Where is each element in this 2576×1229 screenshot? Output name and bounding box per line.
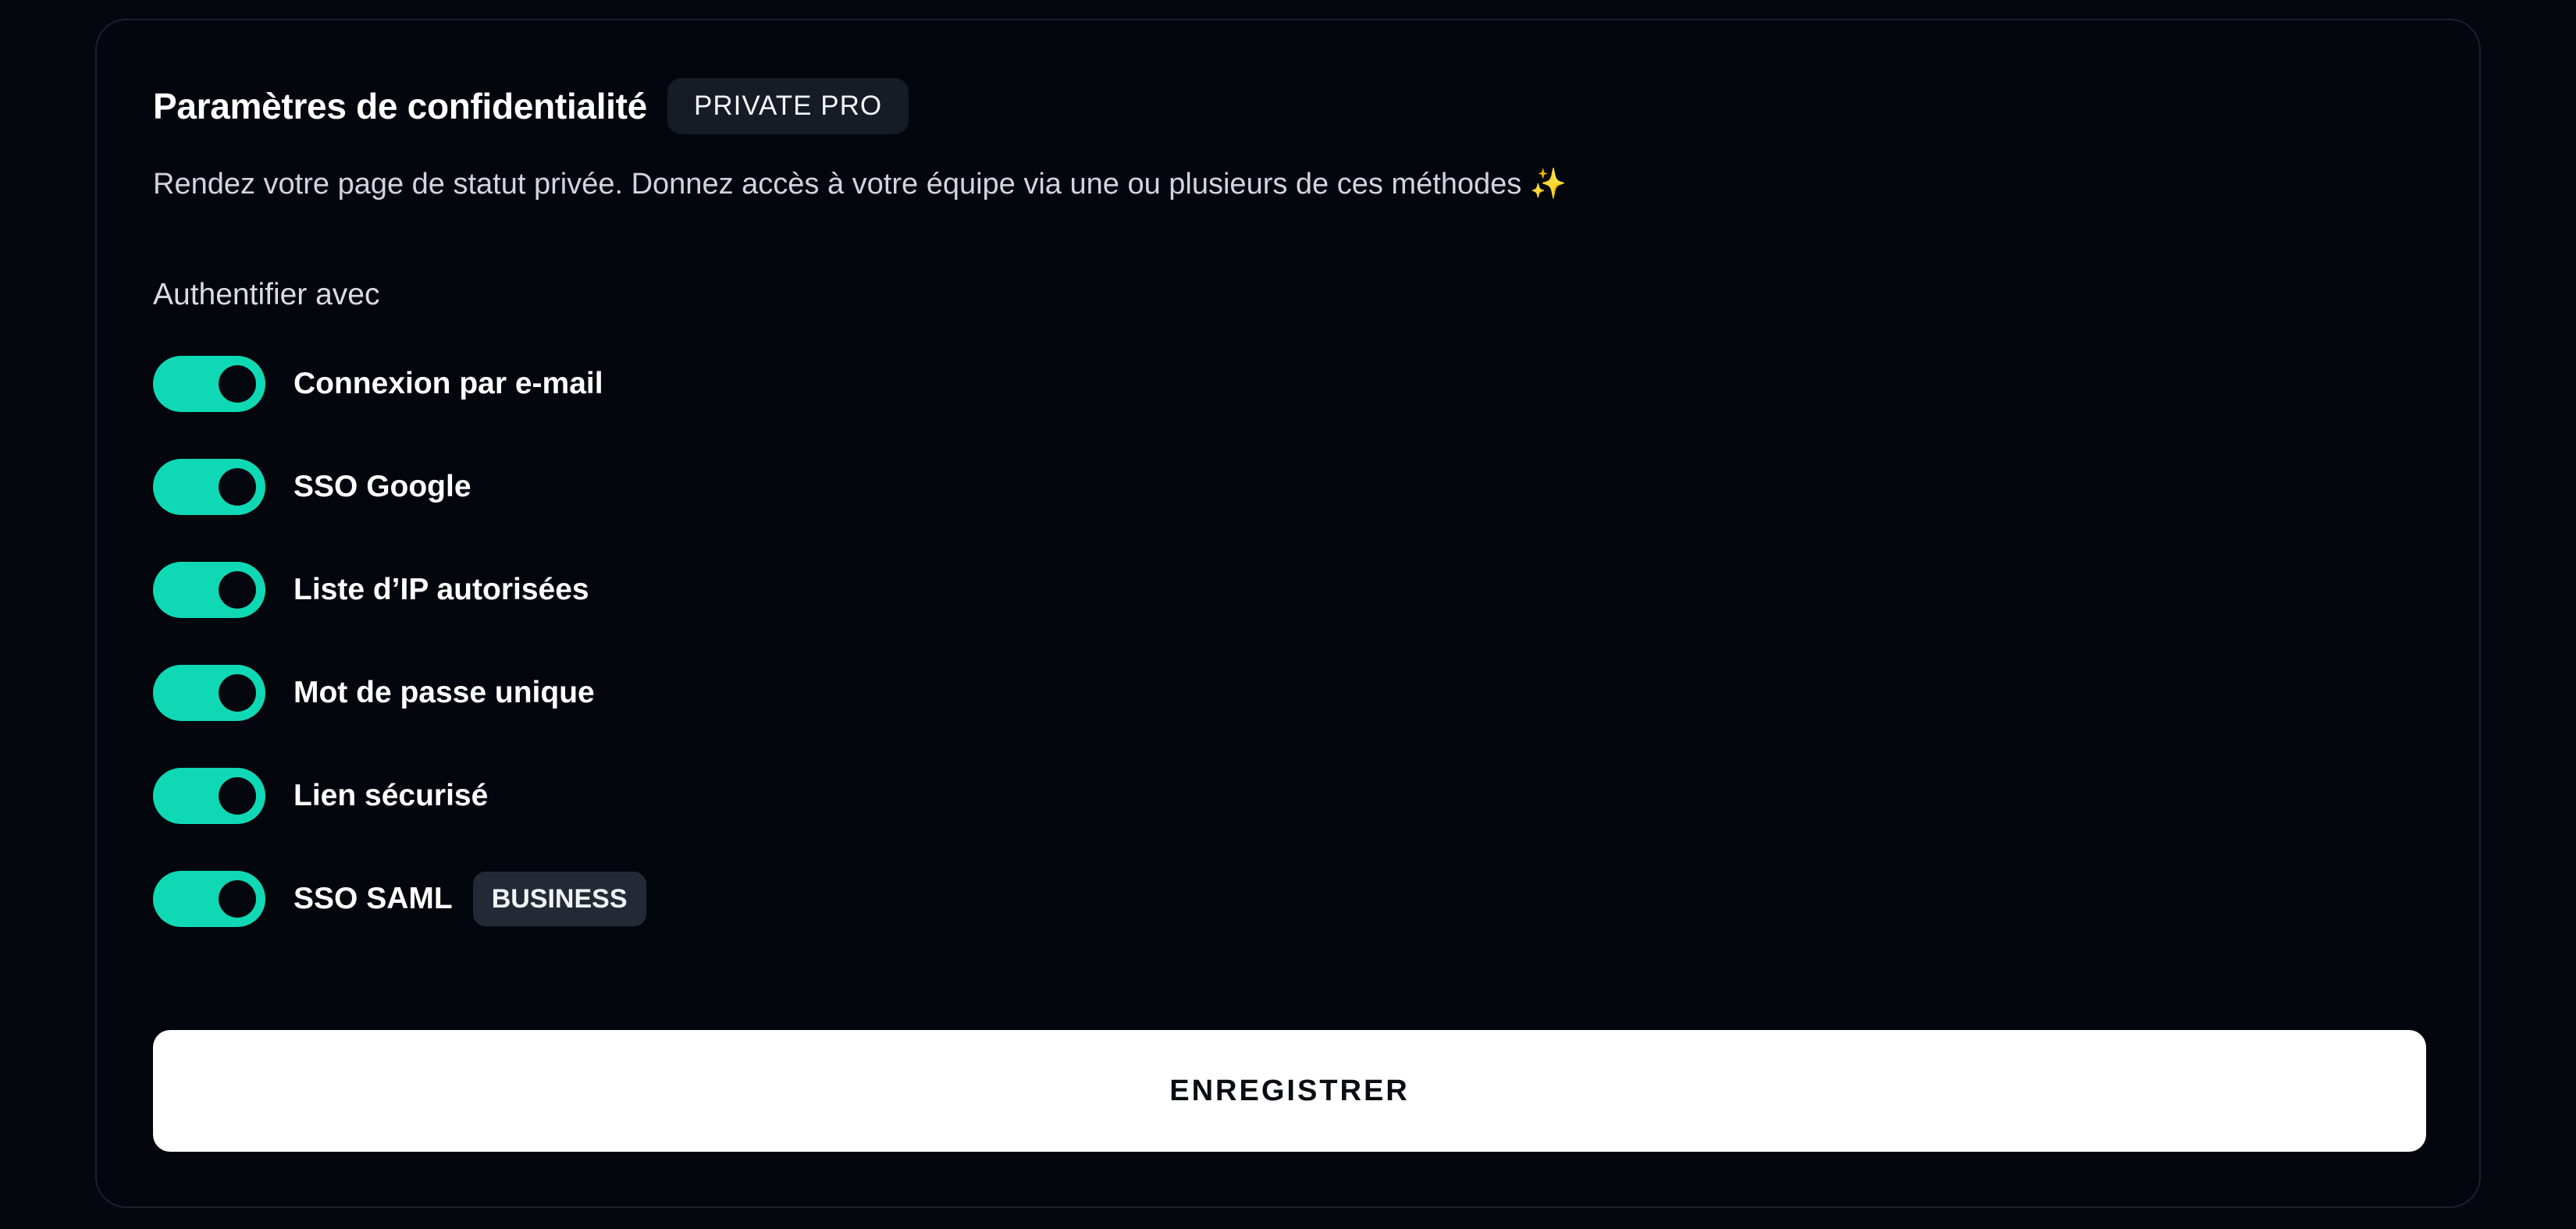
one-time-password-toggle[interactable]: [153, 665, 265, 721]
sso-saml-toggle[interactable]: [153, 871, 265, 927]
toggle-knob: [219, 674, 256, 712]
sso-google-label: SSO Google: [294, 470, 471, 503]
page-subtitle: Rendez votre page de statut privée. Donn…: [153, 167, 1567, 201]
sparkles-icon: ✨: [1529, 168, 1567, 201]
sso-saml-label: SSO SAML: [294, 882, 453, 915]
private-pro-badge: PRIVATE PRO: [667, 78, 909, 134]
subtitle-text: Rendez votre page de statut privée. Donn…: [153, 168, 1522, 201]
page-title: Paramètres de confidentialité: [153, 86, 647, 126]
email-login-label: Connexion par e-mail: [294, 367, 603, 400]
option-one-time-password: Mot de passe unique: [153, 663, 595, 723]
one-time-password-label: Mot de passe unique: [294, 676, 595, 709]
email-login-toggle[interactable]: [153, 356, 265, 412]
option-email-login: Connexion par e-mail: [153, 354, 603, 414]
option-sso-saml: SSO SAML BUSINESS: [153, 869, 646, 929]
ip-allowlist-toggle[interactable]: [153, 562, 265, 618]
toggle-knob: [219, 468, 256, 506]
authenticate-with-label: Authentifier avec: [153, 278, 380, 311]
secure-link-toggle[interactable]: [153, 768, 265, 824]
save-button[interactable]: ENREGISTRER: [153, 1030, 2426, 1152]
ip-allowlist-label: Liste d’IP autorisées: [294, 573, 589, 606]
business-badge: BUSINESS: [472, 872, 646, 926]
option-sso-google: SSO Google: [153, 457, 471, 517]
title-row: Paramètres de confidentialité PRIVATE PR…: [153, 76, 909, 136]
option-secure-link: Lien sécurisé: [153, 766, 488, 826]
toggle-knob: [219, 571, 256, 609]
toggle-knob: [219, 365, 256, 403]
toggle-knob: [219, 777, 256, 815]
secure-link-label: Lien sécurisé: [294, 779, 489, 812]
toggle-knob: [219, 880, 256, 918]
sso-google-toggle[interactable]: [153, 459, 265, 515]
option-ip-allowlist: Liste d’IP autorisées: [153, 560, 589, 620]
privacy-settings-card: Paramètres de confidentialité PRIVATE PR…: [95, 19, 2481, 1208]
